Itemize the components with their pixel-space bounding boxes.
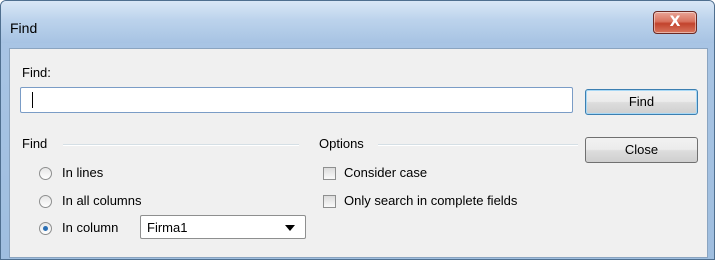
find-button-label: Find xyxy=(628,94,655,109)
close-button[interactable]: Close xyxy=(585,137,698,163)
text-caret xyxy=(32,92,33,108)
close-window-button[interactable]: X xyxy=(653,11,697,34)
checkbox[interactable] xyxy=(323,195,336,208)
radio-in-all-columns-label: In all columns xyxy=(62,193,142,208)
radio-in-column-label: In column xyxy=(62,220,119,235)
column-select-value: Firma1 xyxy=(147,220,188,235)
radio-button[interactable] xyxy=(39,222,52,235)
radio-in-lines-label: In lines xyxy=(62,165,104,180)
options-group-label: Options xyxy=(319,136,364,151)
close-button-label: Close xyxy=(624,142,659,157)
options-group-divider xyxy=(378,144,578,146)
search-input[interactable] xyxy=(20,87,573,113)
window-title: Find xyxy=(10,20,38,36)
x-icon: X xyxy=(669,14,681,30)
find-dialog-window: Find X Find: Find Close Find In lines In… xyxy=(0,0,715,260)
column-select[interactable]: Firma1 xyxy=(140,215,306,239)
checkbox[interactable] xyxy=(323,167,336,180)
chevron-down-icon xyxy=(285,225,295,231)
find-button[interactable]: Find xyxy=(585,89,698,115)
checkbox-consider-case-label: Consider case xyxy=(344,165,428,180)
find-label: Find: xyxy=(22,65,51,80)
find-group-divider xyxy=(63,144,299,146)
radio-button[interactable] xyxy=(39,195,52,208)
find-group-label: Find xyxy=(22,136,48,151)
checkbox-complete-fields-label: Only search in complete fields xyxy=(344,193,518,208)
title-bar[interactable]: Find X xyxy=(1,1,714,43)
radio-button[interactable] xyxy=(39,167,52,180)
